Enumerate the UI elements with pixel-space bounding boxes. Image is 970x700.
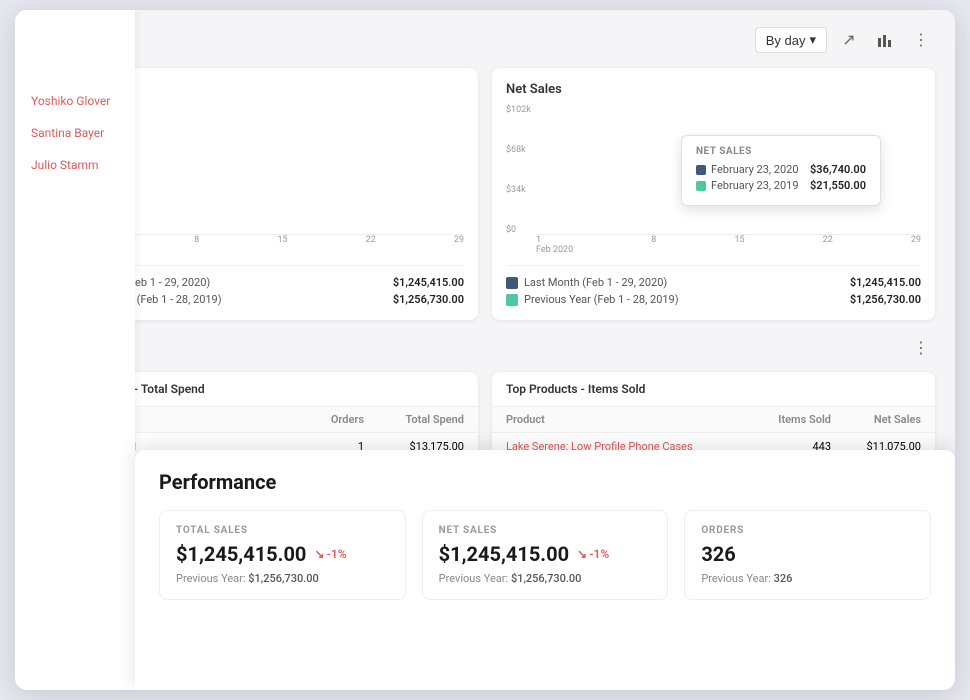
sidebar-link[interactable]: Santina Bayer [15,118,135,148]
page-header: Charts By day ▾ ↗ ⋮ [35,26,935,54]
app-container: Charts By day ▾ ↗ ⋮ Total Sales [15,10,955,690]
header-controls: By day ▾ ↗ ⋮ [755,26,935,54]
sidebar-link[interactable]: Julio Stamm [15,150,135,180]
leaderboards-header: Leaderboards ⋮ [35,334,935,362]
net-sales-value-row: $1,245,415.00 ↘ -1% [439,542,652,566]
performance-overlay: Performance TOTAL SALES $1,245,415.00 ↘ … [135,450,955,690]
total-sales-prev: Previous Year: $1,256,730.00 [176,572,389,585]
products-table-header: Product Items Sold Net Sales [492,407,935,433]
net-legend-last-month: Last Month (Feb 1 - 29, 2020) $1,245,415… [506,276,921,289]
net-sales-badge: ↘ -1% [577,547,609,561]
performance-cards: TOTAL SALES $1,245,415.00 ↘ -1% Previous… [159,510,931,600]
orders-prev: Previous Year: 326 [701,572,914,585]
total-sales-bars [79,105,464,235]
net-sales-area: $102k $68k $34k $0 1Feb 2020 8 15 22 29 [506,105,921,255]
total-sales-value-row: $1,245,415.00 ↘ -1% [176,542,389,566]
net-legend-prev-year: Previous Year (Feb 1 - 28, 2019) $1,256,… [506,293,921,306]
net-sales-tooltip: NET SALES February 23, 2020 $36,740.00 [681,135,881,206]
total-sales-value: $1,245,415.00 [176,542,306,566]
sidebar-link[interactable]: Yoshiko Glover [15,86,135,116]
by-day-button[interactable]: By day ▾ [755,27,827,53]
net-sales-chart: Net Sales $102k $68k $34k $0 1Feb 2020 8… [492,68,935,320]
sidebar-links: Yoshiko Glover Santina Bayer Julio Stamm [15,86,135,180]
total-sales-x-labels: 1Feb 2020 8 15 22 29 [79,235,464,255]
total-sales-label: TOTAL SALES [176,525,389,536]
orders-label: ORDERS [701,525,914,536]
net-sales-perf-label: NET SALES [439,525,652,536]
sidebar-panel: Yoshiko Glover Santina Bayer Julio Stamm [15,10,135,690]
bar-chart-icon-button[interactable] [871,26,899,54]
net-sales-legend: Last Month (Feb 1 - 29, 2020) $1,245,415… [506,265,921,306]
orders-perf-card: ORDERS 326 Previous Year: 326 [684,510,931,600]
performance-title: Performance [159,470,931,494]
net-sales-y-labels: $102k $68k $34k $0 [506,105,534,235]
net-sales-perf-value: $1,245,415.00 [439,542,569,566]
total-sales-badge: ↘ -1% [314,547,346,561]
orders-value-row: 326 [701,542,914,566]
net-sales-x-labels: 1Feb 2020 8 15 22 29 [536,235,921,255]
tooltip-row-2: February 23, 2019 $21,550.00 [696,179,866,192]
net-sales-title: Net Sales [506,82,921,97]
more-options-button[interactable]: ⋮ [907,26,935,54]
charts-row: Total Sales $102k $68k $34k $0 1Feb 2020… [35,68,935,320]
top-products-title: Top Products - Items Sold [492,372,935,407]
tooltip-row-1: February 23, 2020 $36,740.00 [696,163,866,176]
export-icon-button[interactable]: ↗ [835,26,863,54]
total-sales-perf-card: TOTAL SALES $1,245,415.00 ↘ -1% Previous… [159,510,406,600]
orders-value: 326 [701,542,735,566]
net-sales-perf-card: NET SALES $1,245,415.00 ↘ -1% Previous Y… [422,510,669,600]
leaderboards-more-button[interactable]: ⋮ [907,334,935,362]
net-sales-prev: Previous Year: $1,256,730.00 [439,572,652,585]
